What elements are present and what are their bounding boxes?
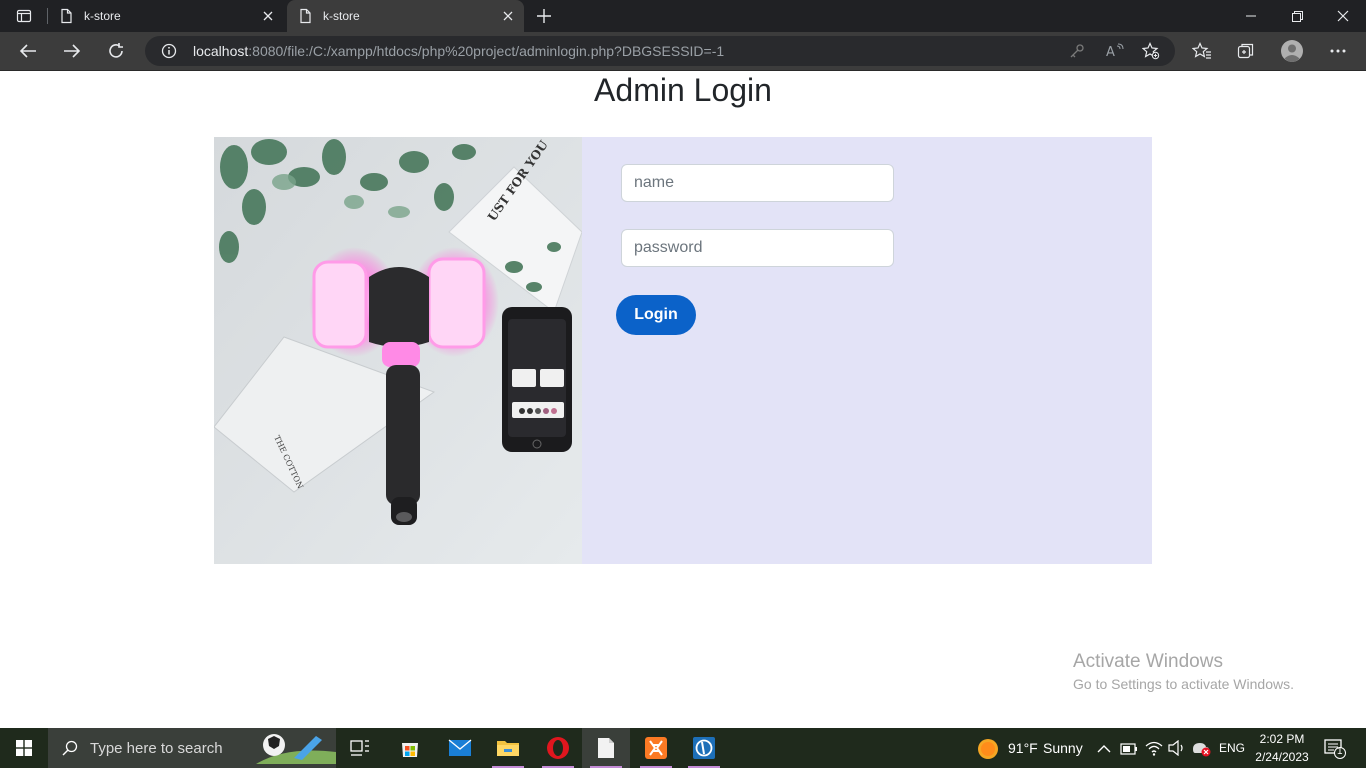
battery-icon[interactable]	[1120, 742, 1138, 760]
search-placeholder: Type here to search	[90, 739, 223, 757]
clock-time: 2:02 PM	[1259, 732, 1305, 746]
url-host: localhost	[193, 43, 249, 59]
favorites-icon[interactable]	[1187, 37, 1217, 65]
php-editor-icon[interactable]	[680, 728, 728, 768]
search-highlight-icon	[256, 734, 336, 764]
restore-icon[interactable]	[1274, 0, 1320, 32]
browser-toolbar: localhost:8080/file:/C:/xampp/htdocs/php…	[0, 32, 1366, 71]
browser-tab-1[interactable]: k-store	[48, 0, 284, 32]
file-explorer-icon[interactable]	[484, 728, 532, 768]
tab-title: k-store	[84, 9, 121, 23]
notification-center-icon[interactable]: 1	[1323, 738, 1347, 765]
close-tab-icon[interactable]	[256, 4, 280, 28]
browser-tab-2[interactable]: k-store	[287, 0, 524, 32]
language-indicator[interactable]: ENG	[1219, 741, 1245, 755]
mail-icon[interactable]	[436, 728, 484, 768]
xampp-icon[interactable]	[632, 728, 680, 768]
page-icon	[300, 8, 311, 24]
minimize-icon[interactable]	[1228, 0, 1274, 32]
login-card: UST FOR YOU THE COTTON name Login	[214, 137, 1152, 564]
svg-text:A: A	[1106, 45, 1115, 59]
system-clock[interactable]: 2:02 PM 2/24/2023	[1252, 730, 1312, 766]
search-icon	[62, 740, 78, 756]
read-aloud-icon[interactable]: A	[1105, 41, 1125, 61]
sync-error-icon[interactable]	[1191, 739, 1211, 762]
back-arrow-icon[interactable]	[13, 37, 43, 65]
clock-date: 2/24/2023	[1255, 750, 1309, 764]
add-favorite-icon[interactable]	[1141, 41, 1161, 61]
task-view-icon[interactable]	[336, 728, 384, 768]
tab-actions-icon[interactable]	[8, 5, 40, 27]
login-button[interactable]: Login	[616, 295, 696, 335]
lightstick-photo: UST FOR YOU THE COTTON	[214, 137, 582, 564]
new-tab-plus-icon[interactable]	[532, 4, 556, 28]
windows-taskbar: Type here to search 91°F Sunny ENG 2:02 …	[0, 728, 1366, 768]
weather-description[interactable]: Sunny	[1043, 740, 1083, 756]
watermark-title: Activate Windows	[1073, 651, 1223, 672]
close-window-icon[interactable]	[1320, 0, 1366, 32]
taskbar-search-box[interactable]: Type here to search	[48, 728, 336, 768]
close-tab-icon[interactable]	[496, 4, 520, 28]
password-input[interactable]	[621, 229, 894, 267]
wifi-icon[interactable]	[1145, 740, 1163, 761]
browser-tab-bar: k-store k-store	[0, 0, 1366, 32]
microsoft-store-icon[interactable]	[386, 728, 434, 768]
url-path: :8080/file:/C:/xampp/htdocs/php%20projec…	[248, 43, 725, 59]
more-options-icon[interactable]	[1323, 37, 1353, 65]
refresh-icon[interactable]	[101, 37, 131, 65]
activate-windows-watermark: Activate Windows Go to Settings to activ…	[1073, 651, 1294, 692]
site-info-icon[interactable]	[161, 43, 177, 59]
tab-title: k-store	[323, 9, 360, 23]
collections-icon[interactable]	[1231, 37, 1261, 65]
url-text[interactable]: localhost:8080/file:/C:/xampp/htdocs/php…	[193, 43, 724, 59]
weather-sun-icon[interactable]	[977, 738, 999, 765]
forward-arrow-icon[interactable]	[57, 37, 87, 65]
volume-icon[interactable]	[1168, 739, 1186, 761]
show-hidden-icons-chevron-icon[interactable]	[1097, 741, 1111, 759]
page-title: Admin Login	[594, 72, 772, 108]
weather-temperature[interactable]: 91°F	[1008, 740, 1038, 756]
watermark-subtitle: Go to Settings to activate Windows.	[1073, 676, 1294, 692]
windows-start-icon[interactable]	[0, 728, 48, 768]
notification-count: 1	[1337, 746, 1343, 757]
document-app-icon[interactable]	[582, 728, 630, 768]
key-icon[interactable]	[1067, 41, 1087, 61]
opera-browser-icon[interactable]	[534, 728, 582, 768]
name-input[interactable]	[621, 164, 894, 202]
address-bar[interactable]: localhost:8080/file:/C:/xampp/htdocs/php…	[145, 36, 1175, 66]
page-icon	[61, 8, 72, 24]
profile-avatar-icon[interactable]	[1277, 37, 1307, 65]
